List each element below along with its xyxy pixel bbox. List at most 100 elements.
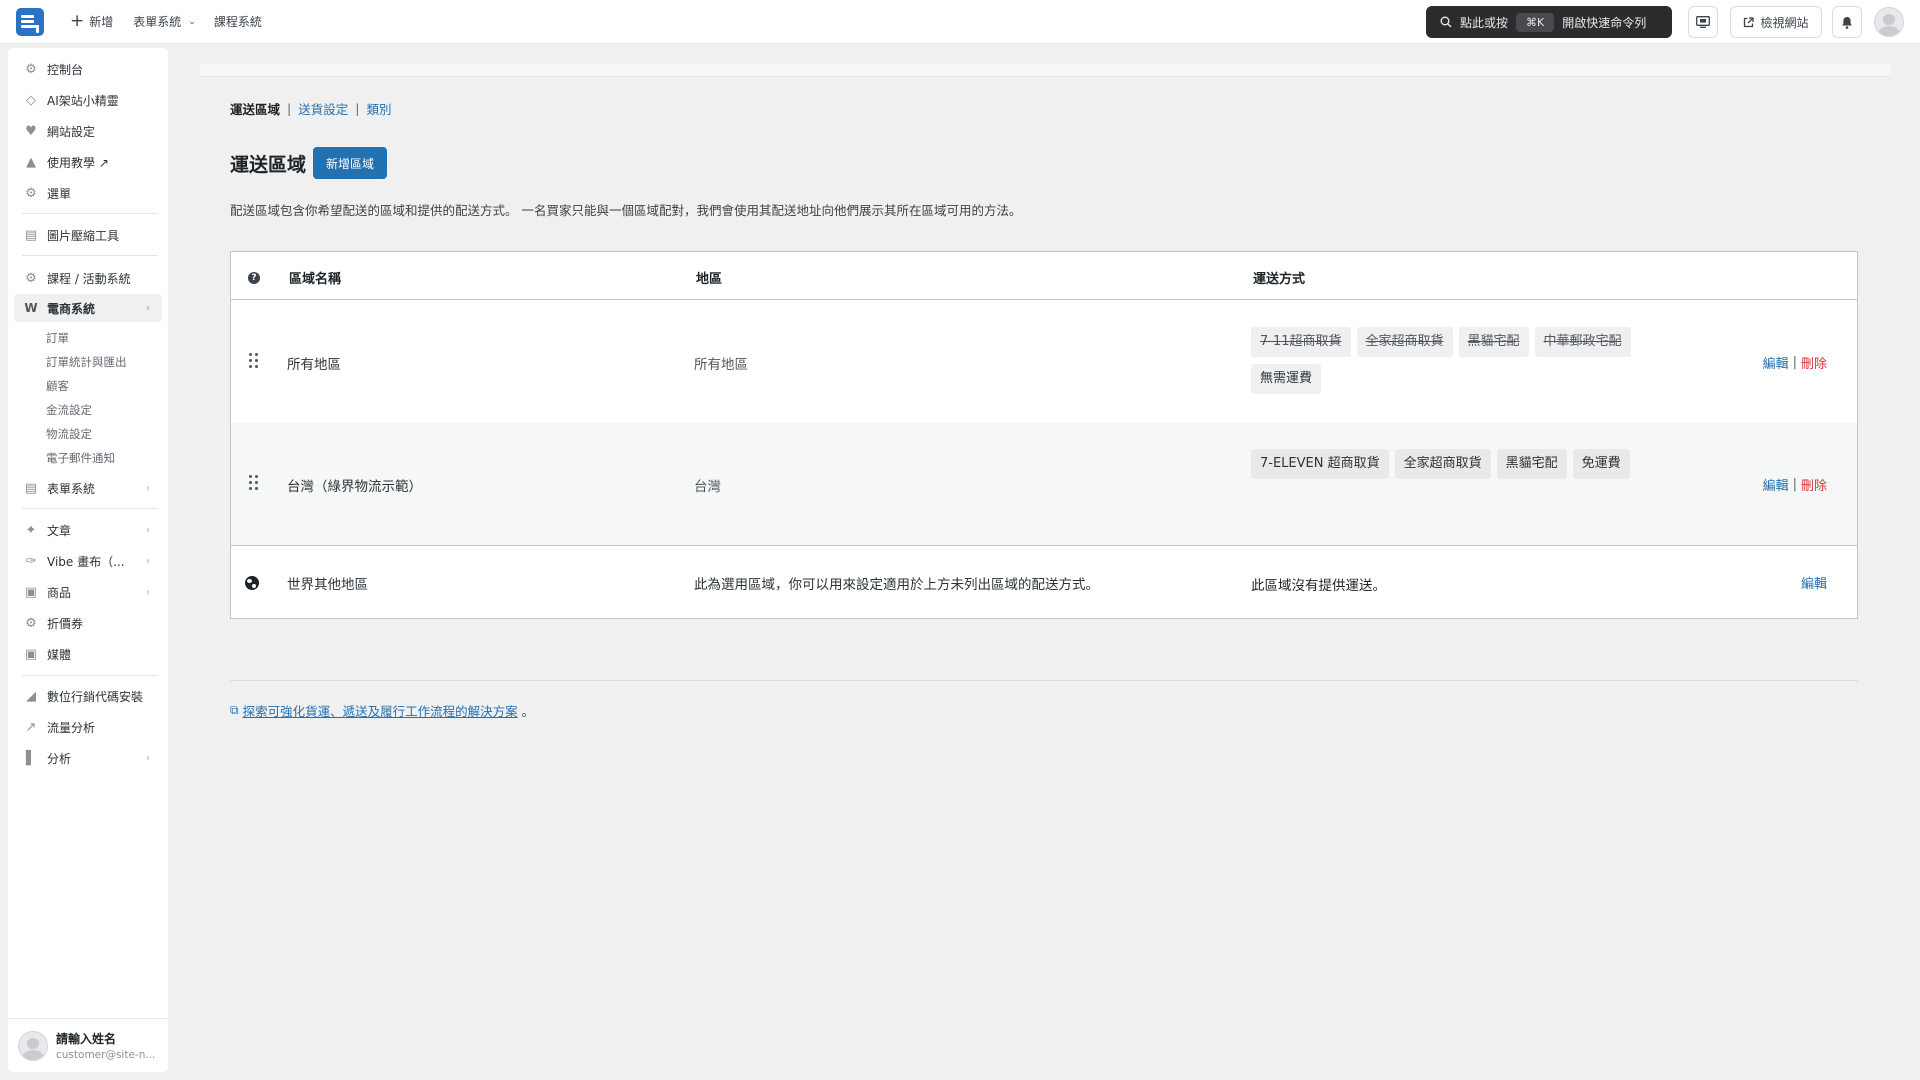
subnav-separator: | — [355, 101, 360, 116]
sidebar-item-media[interactable]: ▣ 媒體 — [14, 640, 162, 668]
sidebar-subitem-orders[interactable]: 訂單 — [46, 328, 69, 348]
new-button[interactable]: + 新增 — [70, 13, 113, 30]
sidebar-item-vibe[interactable]: ✑ Vibe 畫布（... › — [14, 547, 162, 575]
sidebar-item-tutorial[interactable]: ▲ 使用教學 ↗ — [14, 148, 162, 176]
sidebar-item-ai-wizard[interactable]: ◇ AI架站小精靈 — [14, 86, 162, 114]
image-compress-icon: ▤ — [24, 227, 38, 243]
sidebar-item-traffic[interactable]: ↗ 流量分析 — [14, 713, 162, 741]
drag-handle-icon[interactable] — [249, 475, 259, 493]
edit-link[interactable]: 編輯 — [1763, 353, 1789, 372]
subnav-link-shipping-settings[interactable]: 送貨設定 — [298, 99, 348, 118]
sidebar-subitem-email[interactable]: 電子郵件通知 — [46, 448, 115, 468]
sidebar-item-label: 商品 — [47, 585, 72, 600]
subnav-current[interactable]: 運送區域 — [230, 99, 280, 118]
sidebar-item-ecommerce[interactable]: W 電商系統 › — [14, 294, 162, 322]
add-zone-button[interactable]: 新增區域 — [313, 147, 388, 179]
ai-diamond-icon: ◇ — [26, 92, 36, 108]
gear-icon: ⚙ — [25, 615, 37, 631]
sidebar-item-marketing-code[interactable]: ◢ 數位行銷代碼安裝 — [14, 682, 162, 710]
table-header-row: ? 區域名稱 地區 運送方式 — [231, 252, 1857, 300]
explore-solutions-link[interactable]: 探索可強化貨運、遞送及履行工作流程的解決方案 — [243, 701, 518, 720]
sidebar-item-courses[interactable]: ⚙ 課程 / 活動系統 — [14, 264, 162, 292]
sidebar-divider — [22, 213, 158, 214]
forms-menu-label: 表單系統 — [133, 15, 182, 29]
zone-rest-description: 此為選用區域，你可以用來設定適用於上方未列出區域的配送方式。 — [694, 577, 1099, 593]
forms-menu[interactable]: 表單系統 ⌄ — [133, 13, 196, 30]
sidebar-divider — [22, 508, 158, 509]
notifications-button[interactable] — [1832, 6, 1862, 38]
zone-name[interactable]: 台灣（綠界物流示範） — [287, 475, 422, 495]
visit-site-label: 檢視網站 — [1760, 15, 1809, 30]
sidebar-subitem-label: 顧客 — [46, 379, 69, 393]
delete-link[interactable]: 刪除 — [1801, 475, 1827, 494]
sidebar-subitem-payments[interactable]: 金流設定 — [46, 400, 92, 420]
delete-link[interactable]: 刪除 — [1801, 353, 1827, 372]
shipping-method-tag: 中華郵政宅配 — [1534, 327, 1631, 357]
media-icon: ▣ — [24, 646, 38, 662]
sidebar-item-label: 折價券 — [47, 616, 84, 631]
sidebar-item-site-settings[interactable]: ♥ 網站設定 — [14, 117, 162, 145]
shipping-method-tag: 7-11超商取貨 — [1251, 327, 1351, 357]
subnav-separator: | — [287, 101, 292, 116]
command-prefix: 點此或按 — [1460, 15, 1509, 30]
sidebar-user[interactable]: 請輸入姓名 customer@site-n... — [8, 1018, 168, 1072]
sidebar-item-forms[interactable]: ▤ 表單系統 › — [14, 474, 162, 502]
command-palette-button[interactable]: 點此或按 ⌘K 開啟快速命令列 — [1426, 6, 1672, 38]
preview-button[interactable] — [1688, 6, 1718, 38]
column-header-region: 地區 — [696, 272, 723, 287]
shipping-method-tag: 全家超商取貨 — [1356, 327, 1453, 357]
chevron-right-icon: › — [146, 586, 150, 598]
help-icon[interactable]: ? — [248, 272, 260, 284]
admin-sidebar: ⚙ 控制台 ◇ AI架站小精靈 ♥ 網站設定 ▲ 使用教學 ↗ ⚙ 選單 ▤ 圖… — [8, 48, 168, 1072]
sidebar-item-analytics[interactable]: ▌ 分析 › — [14, 744, 162, 772]
sidebar-item-label: 控制台 — [47, 62, 84, 77]
bar-chart-icon: ▌ — [26, 750, 36, 766]
sidebar-subitem-label: 物流設定 — [46, 427, 92, 441]
edit-link[interactable]: 編輯 — [1763, 475, 1789, 494]
column-header-methods: 運送方式 — [1253, 272, 1306, 287]
chevron-right-icon: › — [146, 752, 150, 764]
sidebar-item-menus[interactable]: ⚙ 選單 — [14, 179, 162, 207]
zone-name[interactable]: 所有地區 — [287, 353, 341, 373]
site-logo[interactable] — [16, 7, 44, 36]
sidebar-item-image-compress[interactable]: ▤ 圖片壓縮工具 — [14, 221, 162, 249]
sidebar-item-coupons[interactable]: ⚙ 折價券 — [14, 609, 162, 637]
pin-icon: ✦ — [25, 522, 37, 538]
edit-link[interactable]: 編輯 — [1801, 573, 1827, 592]
shipping-method-tag: 免運費 — [1572, 449, 1630, 479]
chart-icon: ◢ — [26, 688, 36, 704]
external-link-icon: ⧉ — [230, 703, 239, 717]
heart-icon: ♥ — [25, 123, 37, 139]
sidebar-item-posts[interactable]: ✦ 文章 › — [14, 516, 162, 544]
graduation-cap-icon: ▲ — [26, 154, 36, 170]
sidebar-divider — [22, 675, 158, 676]
archive-icon: ▣ — [24, 584, 38, 600]
gear-icon: ⚙ — [25, 185, 37, 201]
sidebar-subitem-order-stats[interactable]: 訂單統計與匯出 — [46, 352, 127, 372]
drag-handle-icon[interactable] — [249, 353, 259, 371]
courses-menu[interactable]: 課程系統 — [214, 13, 262, 30]
admin-topbar: + 新增 表單系統 ⌄ 課程系統 點此或按 ⌘K 開啟快速命令列 檢視網站 — [0, 0, 1920, 44]
sidebar-item-label: 表單系統 — [47, 481, 96, 496]
visit-site-button[interactable]: 檢視網站 — [1730, 6, 1822, 38]
table-row: 世界其他地區 此為選用區域，你可以用來設定適用於上方未列出區域的配送方式。 此區… — [231, 545, 1857, 619]
sidebar-item-dashboard[interactable]: ⚙ 控制台 — [14, 55, 162, 83]
content-divider — [230, 680, 1858, 681]
sidebar-subitem-customers[interactable]: 顧客 — [46, 376, 69, 396]
plus-icon: + — [70, 11, 85, 31]
subnav-link-classes[interactable]: 類別 — [366, 99, 391, 118]
woo-icon: W — [24, 301, 38, 315]
chevron-right-icon: › — [146, 524, 150, 536]
user-avatar[interactable] — [1874, 7, 1904, 37]
sidebar-subitem-logistics[interactable]: 物流設定 — [46, 424, 92, 444]
dashboard-icon: ⚙ — [25, 61, 37, 77]
column-header-zone-name: 區域名稱 — [289, 272, 342, 287]
command-shortcut: ⌘K — [1516, 12, 1555, 32]
sidebar-item-label: 使用教學 ↗ — [47, 155, 109, 170]
avatar — [18, 1030, 48, 1061]
sidebar-item-label: 數位行銷代碼安裝 — [47, 689, 144, 704]
sidebar-item-label: 文章 — [47, 523, 72, 538]
explore-solutions-trailing: 。 — [521, 704, 535, 719]
sidebar-item-products[interactable]: ▣ 商品 › — [14, 578, 162, 606]
chevron-right-icon: › — [146, 482, 150, 494]
